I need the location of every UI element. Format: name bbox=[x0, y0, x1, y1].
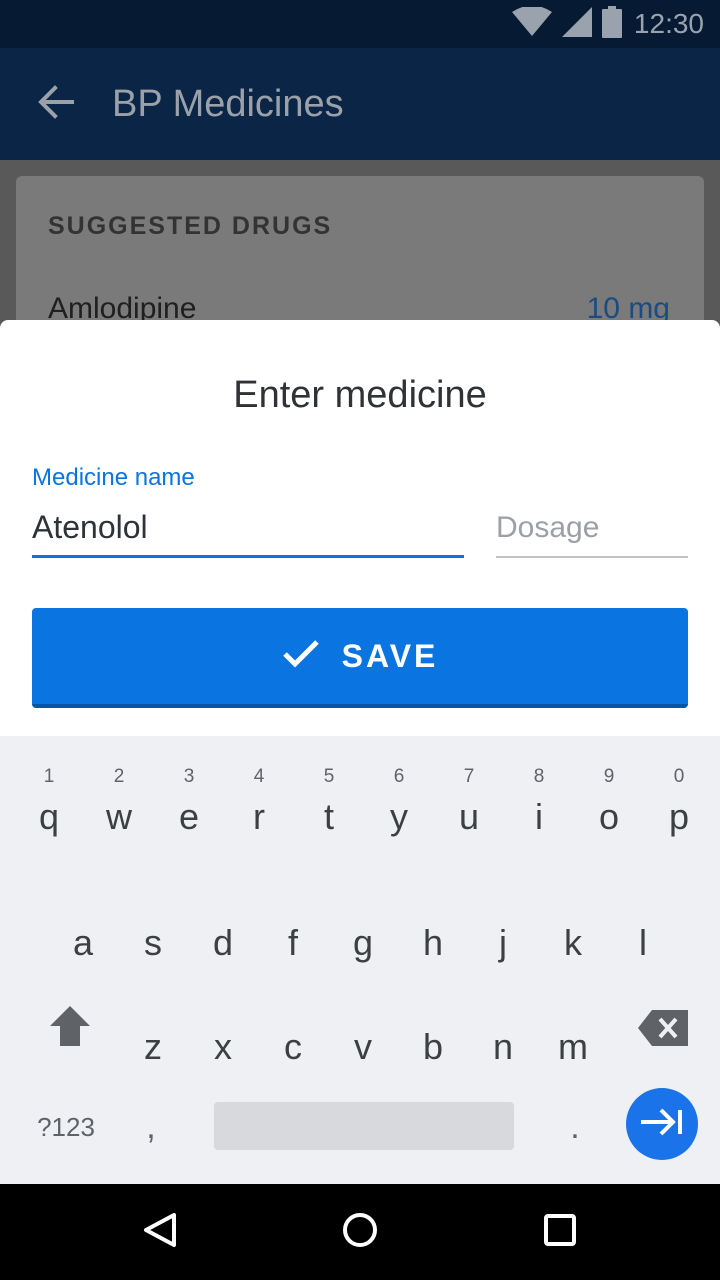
back-button[interactable] bbox=[0, 48, 112, 160]
nav-back-button[interactable] bbox=[120, 1198, 200, 1266]
key-s[interactable]: s bbox=[118, 884, 188, 984]
shift-icon bbox=[50, 1006, 90, 1051]
keyboard-row-4: ?123 , . bbox=[0, 736, 720, 1160]
period-key[interactable]: . bbox=[540, 1088, 610, 1160]
key-f[interactable]: f bbox=[258, 884, 328, 984]
backspace-key[interactable] bbox=[630, 988, 700, 1088]
back-triangle-icon bbox=[143, 1212, 177, 1253]
signal-icon bbox=[561, 6, 592, 42]
key-l[interactable]: l bbox=[608, 884, 678, 984]
screen: 12:30 BP Medicines SUGGESTED DRUGS Amlod… bbox=[0, 0, 720, 1280]
keyboard-row-2: a s d f g h j k l bbox=[0, 884, 720, 984]
check-icon bbox=[282, 639, 320, 674]
page-title: BP Medicines bbox=[112, 82, 344, 125]
key-m[interactable]: m bbox=[538, 988, 608, 1088]
key-d[interactable]: d bbox=[188, 884, 258, 984]
medicine-name-label: Medicine name bbox=[32, 464, 195, 491]
recents-square-icon bbox=[543, 1213, 577, 1252]
enter-button[interactable] bbox=[626, 1088, 698, 1160]
save-label: SAVE bbox=[341, 637, 439, 674]
medicine-name-input[interactable] bbox=[32, 500, 464, 558]
enter-icon bbox=[641, 1108, 683, 1141]
shift-key[interactable] bbox=[34, 988, 106, 1088]
nav-home-button[interactable] bbox=[320, 1198, 400, 1266]
key-b[interactable]: b bbox=[398, 988, 468, 1088]
arrow-back-icon bbox=[38, 84, 74, 124]
status-bar: 12:30 bbox=[0, 0, 720, 48]
key-x[interactable]: x bbox=[188, 988, 258, 1088]
sheet-title: Enter medicine bbox=[233, 374, 487, 416]
save-button[interactable]: SAVE bbox=[32, 608, 688, 708]
app-bar: BP Medicines bbox=[0, 48, 720, 160]
key-g[interactable]: g bbox=[328, 884, 398, 984]
nav-bar bbox=[0, 1184, 720, 1280]
key-n[interactable]: n bbox=[468, 988, 538, 1088]
key-a[interactable]: a bbox=[48, 884, 118, 984]
key-h[interactable]: h bbox=[398, 884, 468, 984]
key-v[interactable]: v bbox=[328, 988, 398, 1088]
clock: 12:30 bbox=[633, 8, 704, 39]
symbols-key[interactable]: ?123 bbox=[24, 1088, 108, 1160]
key-c[interactable]: c bbox=[258, 988, 328, 1088]
space-bar[interactable] bbox=[214, 1102, 514, 1150]
key-j[interactable]: j bbox=[468, 884, 538, 984]
comma-key[interactable]: , bbox=[116, 1088, 186, 1160]
dosage-input[interactable] bbox=[496, 500, 688, 558]
keyboard: 1q 2w 3e 4r 5t 6y 7u 8i 9o 0p a s d f g … bbox=[0, 736, 720, 1184]
backspace-icon bbox=[638, 1010, 688, 1051]
battery-icon bbox=[601, 5, 622, 43]
key-k[interactable]: k bbox=[538, 884, 608, 984]
wifi-icon bbox=[511, 5, 552, 42]
enter-medicine-sheet: Enter medicine Medicine name SAVE bbox=[0, 320, 720, 740]
keyboard-row-3: z x c v b n m bbox=[0, 988, 720, 1088]
key-z[interactable]: z bbox=[118, 988, 188, 1088]
home-circle-icon bbox=[342, 1212, 378, 1253]
nav-recents-button[interactable] bbox=[520, 1198, 600, 1266]
suggested-drugs-label: SUGGESTED DRUGS bbox=[48, 212, 333, 240]
